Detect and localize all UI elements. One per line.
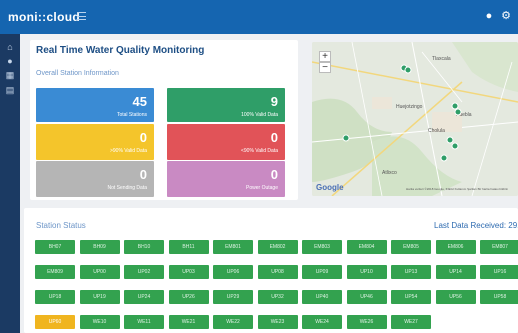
station-tile-up09[interactable]: UP09 (302, 265, 342, 279)
last-data-received: Last Data Received: 29.0 (434, 221, 518, 230)
station-tile-we24[interactable]: WE24 (302, 315, 342, 329)
station-tile-we11[interactable]: WE11 (124, 315, 164, 329)
station-tile-up60[interactable]: UP60 (35, 315, 75, 329)
station-tile-we21[interactable]: WE21 (168, 315, 209, 329)
header-actions: ● ⚙ (483, 10, 512, 22)
card-value: 45 (132, 94, 147, 109)
station-tile-up56[interactable]: UP56 (435, 290, 476, 304)
sidebar: ⌂ ● ▦ ▤ (0, 34, 20, 333)
station-tile-up13[interactable]: UP13 (391, 265, 431, 279)
station-tile-up00[interactable]: UP00 (79, 265, 120, 279)
station-marker (454, 108, 462, 116)
card-below-90[interactable]: 0 <90% Valid Data (167, 124, 285, 160)
card-label: 100% Valid Data (241, 112, 278, 118)
settings-icon[interactable]: ⚙ (500, 10, 512, 22)
station-tile-up02[interactable]: UP02 (124, 265, 164, 279)
station-tile-up06[interactable]: UP06 (213, 265, 253, 279)
station-tile-up58[interactable]: UP58 (480, 290, 518, 304)
station-markers (342, 64, 462, 162)
station-tile-up14[interactable]: UP14 (435, 265, 476, 279)
station-tile-up16[interactable]: UP16 (480, 265, 518, 279)
card-label: Not Sending Data (107, 185, 147, 191)
station-tile-em806[interactable]: EM806 (435, 240, 476, 254)
card-value: 9 (270, 94, 278, 109)
station-tile-we10[interactable]: WE10 (79, 315, 120, 329)
station-tile-up32[interactable]: UP32 (257, 290, 298, 304)
station-tile-bh07[interactable]: BH07 (35, 240, 75, 254)
station-tile-up19[interactable]: UP19 (79, 290, 120, 304)
station-tile-up29[interactable]: UP29 (213, 290, 253, 304)
card-not-sending[interactable]: 0 Not Sending Data (36, 161, 154, 197)
station-marker (440, 154, 448, 162)
station-tile-em802[interactable]: EM802 (257, 240, 298, 254)
grid-icon[interactable]: ▦ (5, 70, 15, 80)
card-power-outage[interactable]: 0 Power Outage (167, 161, 285, 197)
google-logo: Google (316, 183, 344, 192)
station-tile-we26[interactable]: WE26 (346, 315, 387, 329)
table-icon[interactable]: ▤ (5, 85, 15, 95)
station-tile-up26[interactable]: UP26 (168, 290, 209, 304)
station-marker (342, 134, 350, 142)
card-label: <90% Valid Data (240, 148, 278, 154)
location-icon[interactable]: ● (5, 56, 15, 66)
card-label: Total Stations (116, 112, 147, 118)
hamburger-menu-icon[interactable] (77, 12, 86, 20)
card-label: >90% Valid Data (109, 148, 147, 154)
station-tile-bh11[interactable]: BH11 (168, 240, 209, 254)
page-title: Real Time Water Quality Monitoring (36, 45, 205, 56)
card-valid-data[interactable]: 9 100% Valid Data (167, 88, 285, 122)
station-tile-em801[interactable]: EM801 (213, 240, 253, 254)
station-tile-we23[interactable]: WE23 (257, 315, 298, 329)
station-tile-we27[interactable]: WE27 (391, 315, 431, 329)
card-value: 0 (270, 167, 278, 182)
card-total-stations[interactable]: 45 Total Stations (36, 88, 154, 122)
station-tile-up10[interactable]: UP10 (346, 265, 387, 279)
alert-icon[interactable]: ● (483, 10, 495, 22)
station-tile-up40[interactable]: UP40 (302, 290, 342, 304)
station-tile-em803[interactable]: EM803 (302, 240, 342, 254)
station-tile-em809[interactable]: EM809 (35, 265, 75, 279)
station-tile-up08[interactable]: UP08 (257, 265, 298, 279)
home-icon[interactable]: ⌂ (5, 42, 15, 52)
station-tile-up46[interactable]: UP46 (346, 290, 387, 304)
station-tile-bh10[interactable]: BH10 (124, 240, 164, 254)
station-tile-we22[interactable]: WE22 (213, 315, 253, 329)
station-status-title: Station Status (36, 221, 86, 230)
station-tile-up03[interactable]: UP03 (168, 265, 209, 279)
station-tile-up54[interactable]: UP54 (391, 290, 431, 304)
station-marker (451, 102, 459, 110)
station-tile-up24[interactable]: UP24 (124, 290, 164, 304)
station-marker (446, 136, 454, 144)
brand-logo[interactable]: moni::cloud (8, 10, 80, 24)
station-tile-em804[interactable]: EM804 (346, 240, 387, 254)
card-above-90[interactable]: 0 >90% Valid Data (36, 124, 154, 160)
card-value: 0 (270, 130, 278, 145)
station-marker (451, 142, 459, 150)
station-tile-up18[interactable]: UP18 (35, 290, 75, 304)
overview-label: Overall Station Information (36, 70, 119, 77)
top-bar: moni::cloud ● ⚙ (0, 0, 518, 34)
card-value: 0 (139, 130, 147, 145)
card-label: Power Outage (246, 185, 278, 191)
station-grid: BH07 BH09 BH10 BH11 EM801 EM802 EM803 EM804 EM80… (35, 240, 518, 333)
station-tile-bh09[interactable]: BH09 (79, 240, 120, 254)
station-tile-em805[interactable]: EM805 (391, 240, 431, 254)
station-marker (404, 66, 412, 74)
card-value: 0 (139, 167, 147, 182)
map-attribution[interactable]: Harita verileri ©2018 Google, INEGI Kull… (406, 187, 508, 191)
station-tile-em807[interactable]: EM807 (480, 240, 518, 254)
